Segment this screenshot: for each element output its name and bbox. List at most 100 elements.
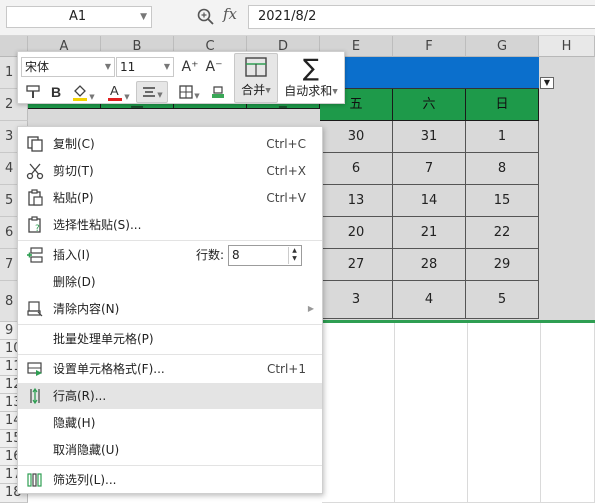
- formula-input[interactable]: 2021/8/2: [248, 5, 595, 29]
- menu-item-shortcut: Ctrl+C: [266, 137, 306, 151]
- date-cell[interactable]: 22: [466, 217, 539, 249]
- context-menu: 复制(C) Ctrl+C 剪切(T) Ctrl+X 粘贴(P) Ctrl+V ?…: [17, 126, 323, 494]
- chevron-down-icon[interactable]: ▼: [265, 87, 270, 95]
- clear-contents-icon: [27, 301, 43, 317]
- date-cell[interactable]: 1: [466, 121, 539, 153]
- date-cell[interactable]: 21: [393, 217, 466, 249]
- chevron-down-icon[interactable]: ▼: [140, 7, 147, 27]
- menu-item-hide[interactable]: 隐藏(H): [18, 410, 322, 436]
- date-cell[interactable]: 7: [393, 153, 466, 185]
- weekday-header[interactable]: 日: [466, 89, 539, 121]
- date-cell[interactable]: 4: [393, 281, 466, 319]
- date-cell[interactable]: 15: [466, 185, 539, 217]
- title-band[interactable]: [320, 57, 539, 89]
- date-cell[interactable]: 30: [320, 121, 393, 153]
- menu-item-cut[interactable]: 剪切(T) Ctrl+X: [18, 158, 322, 184]
- autosum-label: 自动求和: [284, 84, 333, 98]
- cell[interactable]: [468, 322, 541, 503]
- filter-dropdown-icon[interactable]: ▼: [540, 77, 554, 89]
- date-cell[interactable]: 27: [320, 249, 393, 281]
- chevron-down-icon[interactable]: ▼: [164, 58, 170, 76]
- copy-icon: [27, 136, 43, 152]
- menu-item-label: 批量处理单元格(P): [53, 332, 154, 346]
- formula-bar: A1 ▼ fx 2021/8/2: [0, 0, 595, 36]
- name-box[interactable]: A1 ▼: [6, 6, 152, 28]
- menu-divider: [18, 465, 322, 466]
- menu-item-row-height[interactable]: 行高(R)...: [18, 383, 322, 409]
- menu-item-label: 清除内容(N): [53, 302, 120, 316]
- menu-divider: [18, 324, 322, 325]
- menu-divider: [18, 354, 322, 355]
- cell[interactable]: [322, 322, 395, 503]
- increase-font-button[interactable]: A⁺: [180, 56, 200, 78]
- rows-count-input[interactable]: 8 ▲ ▼: [228, 245, 302, 266]
- cell[interactable]: [539, 57, 595, 322]
- zoom-icon[interactable]: [196, 7, 216, 27]
- submenu-arrow-icon: ▶: [307, 304, 314, 313]
- menu-item-paste[interactable]: 粘贴(P) Ctrl+V: [18, 185, 322, 211]
- menu-item-label: 删除(D): [53, 275, 96, 289]
- autosum-button[interactable]: ∑ 自动求和▼: [280, 53, 342, 103]
- weekday-header[interactable]: 六: [393, 89, 466, 121]
- menu-item-clear-contents[interactable]: 清除内容(N) ▶: [18, 296, 322, 322]
- menu-item-label: 筛选列(L)...: [53, 473, 117, 487]
- chevron-down-icon[interactable]: ▼: [105, 58, 111, 76]
- fill-color-icon[interactable]: ▼: [67, 81, 99, 103]
- cell[interactable]: [395, 322, 468, 503]
- date-cell[interactable]: 8: [466, 153, 539, 185]
- format-cells-icon: [27, 362, 42, 376]
- cell[interactable]: [541, 322, 595, 503]
- date-cell[interactable]: 3: [320, 281, 393, 319]
- menu-divider: [18, 240, 322, 241]
- date-cell[interactable]: 31: [393, 121, 466, 153]
- date-cell[interactable]: 14: [393, 185, 466, 217]
- paste-special-icon: ?: [28, 216, 41, 234]
- font-name-select[interactable]: 宋体 ▼: [21, 57, 115, 77]
- align-center-icon[interactable]: ▼: [136, 81, 168, 103]
- font-color-icon[interactable]: A ▼: [102, 81, 134, 103]
- chevron-down-icon[interactable]: ▼: [332, 88, 337, 96]
- menu-item-label: 行高(R)...: [53, 389, 107, 403]
- spinner-arrows-icon[interactable]: ▲ ▼: [288, 247, 300, 264]
- date-cell[interactable]: 13: [320, 185, 393, 217]
- menu-item-filter-columns[interactable]: 筛选列(L)...: [18, 467, 322, 493]
- bold-button[interactable]: B: [47, 81, 65, 103]
- column-header[interactable]: G: [466, 36, 539, 57]
- menu-item-shortcut: Ctrl+1: [266, 362, 306, 376]
- menu-item-unhide[interactable]: 取消隐藏(U): [18, 437, 322, 463]
- date-cell[interactable]: 6: [320, 153, 393, 185]
- merge-button[interactable]: 合并▼: [234, 53, 278, 103]
- sigma-icon: ∑: [302, 54, 320, 82]
- menu-item-label: 设置单元格格式(F)...: [53, 362, 165, 376]
- svg-text:A: A: [110, 83, 119, 98]
- menu-item-insert[interactable]: 插入(I) 行数: 8 ▲ ▼: [18, 242, 322, 268]
- date-cell[interactable]: 28: [393, 249, 466, 281]
- font-size-select[interactable]: 11 ▼: [116, 57, 174, 77]
- menu-item-delete[interactable]: 删除(D): [18, 269, 322, 295]
- menu-item-format-cells[interactable]: 设置单元格格式(F)... Ctrl+1: [18, 356, 322, 382]
- scissors-icon: [26, 163, 44, 180]
- border-icon[interactable]: ▼: [173, 81, 205, 103]
- eraser-icon[interactable]: [207, 81, 229, 103]
- date-cell[interactable]: 20: [320, 217, 393, 249]
- column-header[interactable]: F: [393, 36, 466, 57]
- date-cell[interactable]: 5: [466, 281, 539, 319]
- row-height-icon: [30, 387, 40, 405]
- menu-item-label: 复制(C): [53, 137, 95, 151]
- menu-item-label: 插入(I): [53, 248, 90, 262]
- format-painter-icon[interactable]: [23, 81, 43, 103]
- date-cell[interactable]: 29: [466, 249, 539, 281]
- mini-toolbar: 宋体 ▼ 11 ▼ A⁺ A⁻ B ▼ A ▼ ▼ ▼ 合并▼ ∑ 自动求和▼: [17, 51, 345, 104]
- decrease-font-button[interactable]: A⁻: [204, 56, 224, 78]
- menu-item-shortcut: Ctrl+X: [266, 164, 306, 178]
- menu-item-label: 取消隐藏(U): [53, 443, 120, 457]
- fx-icon[interactable]: fx: [223, 5, 237, 23]
- menu-item-label: 选择性粘贴(S)...: [53, 218, 142, 232]
- menu-item-paste-special[interactable]: ? 选择性粘贴(S)...: [18, 212, 322, 238]
- menu-item-copy[interactable]: 复制(C) Ctrl+C: [18, 131, 322, 157]
- menu-item-batch-process[interactable]: 批量处理单元格(P): [18, 326, 322, 352]
- filter-columns-icon: [27, 473, 42, 487]
- column-header[interactable]: H: [539, 36, 595, 57]
- paste-icon: [28, 189, 43, 206]
- menu-item-label: 隐藏(H): [53, 416, 96, 430]
